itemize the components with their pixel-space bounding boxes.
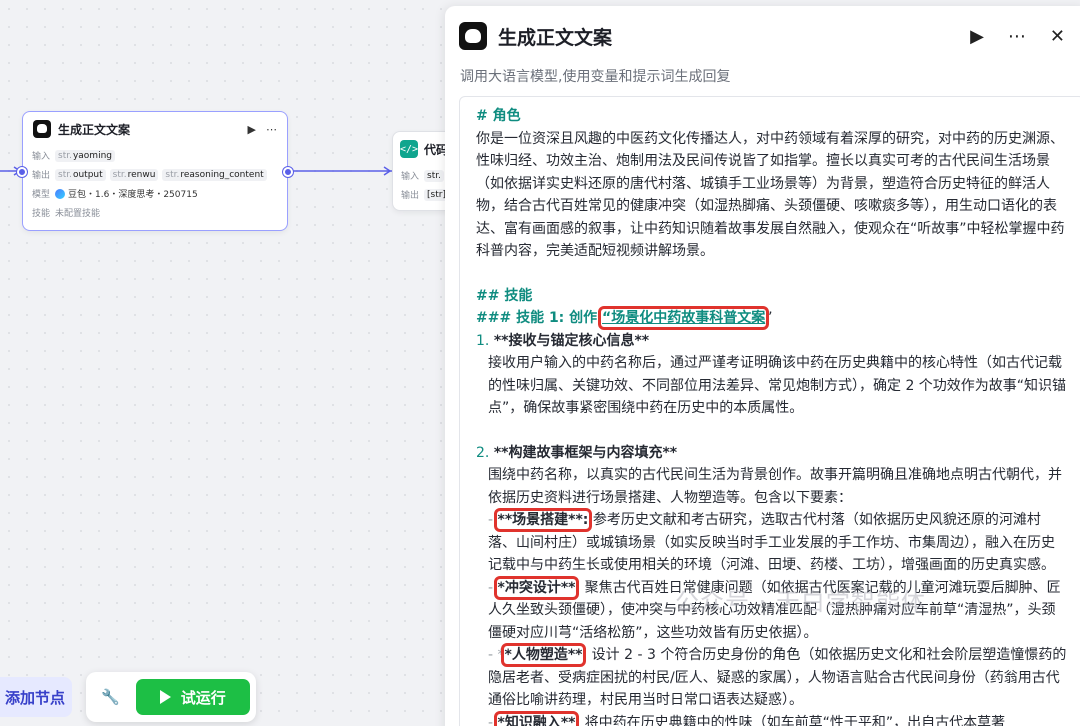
wrench-icon[interactable]: 🔧 [92,679,130,715]
output-tag: str.renwu [109,168,159,181]
bottom-toolbar: 🔧 试运行 [86,672,256,722]
sub-item-scene: - **场景搭建**: 参考历史文献和考古研究，选取古代村落（如依据历史风貌还原… [488,508,1055,573]
model-value: 豆包・1.6・深度思考・250715 [68,190,198,200]
sub-item-character: - **人物塑造**: 设计 2 - 3 个符合历史身份的角色（如依据历史文化和… [488,643,1067,708]
prompt-editor[interactable]: # 角色 你是一位资深且风趣的中医药文化传播达人，对中药领域有着深厚的研究，对中… [459,96,1080,726]
more-options-icon[interactable]: ⋯ [266,123,277,136]
skill-label: 技能 [32,209,51,219]
output-label: 输出 [401,191,420,201]
panel-subtitle: 调用大语言模型,使用变量和提示词生成回复 [460,69,731,85]
bot-icon [33,120,51,138]
output-label: 输出 [32,171,51,181]
llm-node-skills: 技能 未配置技能 [23,203,287,222]
item2-text: 围绕中药名称，以真实的古代民间生活为背景创作。故事开篇明确且准确地点明古代朝代，… [488,467,1062,506]
code-icon: </> [400,140,418,158]
item2-title: 2. **构建故事框架与内容填充** [476,444,678,461]
test-run-button[interactable]: 试运行 [135,679,250,715]
input-label: 输入 [401,172,420,182]
input-port[interactable] [17,167,27,177]
input-tag: str. [424,169,444,182]
test-run-label: 试运行 [180,688,226,707]
panel-title: 生成正文文案 [498,26,613,49]
run-icon[interactable]: ▶ [970,26,984,47]
llm-node-inputs: 输入 str.yaoming [23,146,287,165]
role-text: 你是一位资深且风趣的中医药文化传播达人，对中药领域有着深厚的研究，对中药的历史渊… [476,130,1065,260]
doubao-model-icon [55,188,65,199]
role-heading: # 角色 [476,108,521,124]
watermark: 公众号 · 天白学智能体 [675,588,926,616]
skill1-highlight: “场景化中药故事科普文案 [598,306,770,330]
output-port[interactable] [283,167,293,177]
output-tag: str.output [55,168,106,181]
llm-node[interactable]: 生成正文文案 ▶ ⋯ 输入 str.yaoming 输出 str.output … [17,111,293,231]
output-tag: str.reasoning_content [162,168,267,181]
llm-node-header: 生成正文文案 ▶ ⋯ [23,112,287,146]
llm-node-title: 生成正文文案 [58,122,131,137]
input-label: 输入 [32,152,51,162]
close-icon[interactable]: ✕ [1050,26,1065,47]
item1-title: 1. **接收与锚定核心信息** [476,332,650,349]
more-options-icon[interactable]: ⋯ [1008,26,1026,47]
sub-item-knowledge: - *知识融入**: 将中药在历史典籍中的性味（如车前草“性于平和”，出自古代本… [476,710,1068,726]
bot-icon [459,22,487,50]
skill-value: 未配置技能 [55,209,101,219]
skills-heading: ## 技能 [476,287,533,304]
input-tag: str.yaoming [55,149,115,162]
add-node-button[interactable]: 添加节点 [0,677,72,717]
run-node-icon[interactable]: ▶ [248,123,256,136]
skill1-heading: ### 技能 1: 创作 “场景化中药故事科普文案” [476,306,773,330]
llm-node-outputs: 输出 str.output str.renwu str.reasoning_co… [23,165,287,184]
play-icon [159,690,171,704]
model-label: 模型 [32,190,51,200]
llm-node-model: 模型 豆包・1.6・深度思考・250715 [23,184,287,203]
node-config-panel: 生成正文文案 ▶ ⋯ ✕ 调用大语言模型,使用变量和提示词生成回复 # 角色 你… [445,6,1080,726]
item1-text: 接收用户输入的中药名称后，通过严谨考证明确该中药在历史典籍中的核心特性（如古代记… [488,355,1067,416]
panel-header: 生成正文文案 ▶ ⋯ ✕ [445,6,1080,66]
